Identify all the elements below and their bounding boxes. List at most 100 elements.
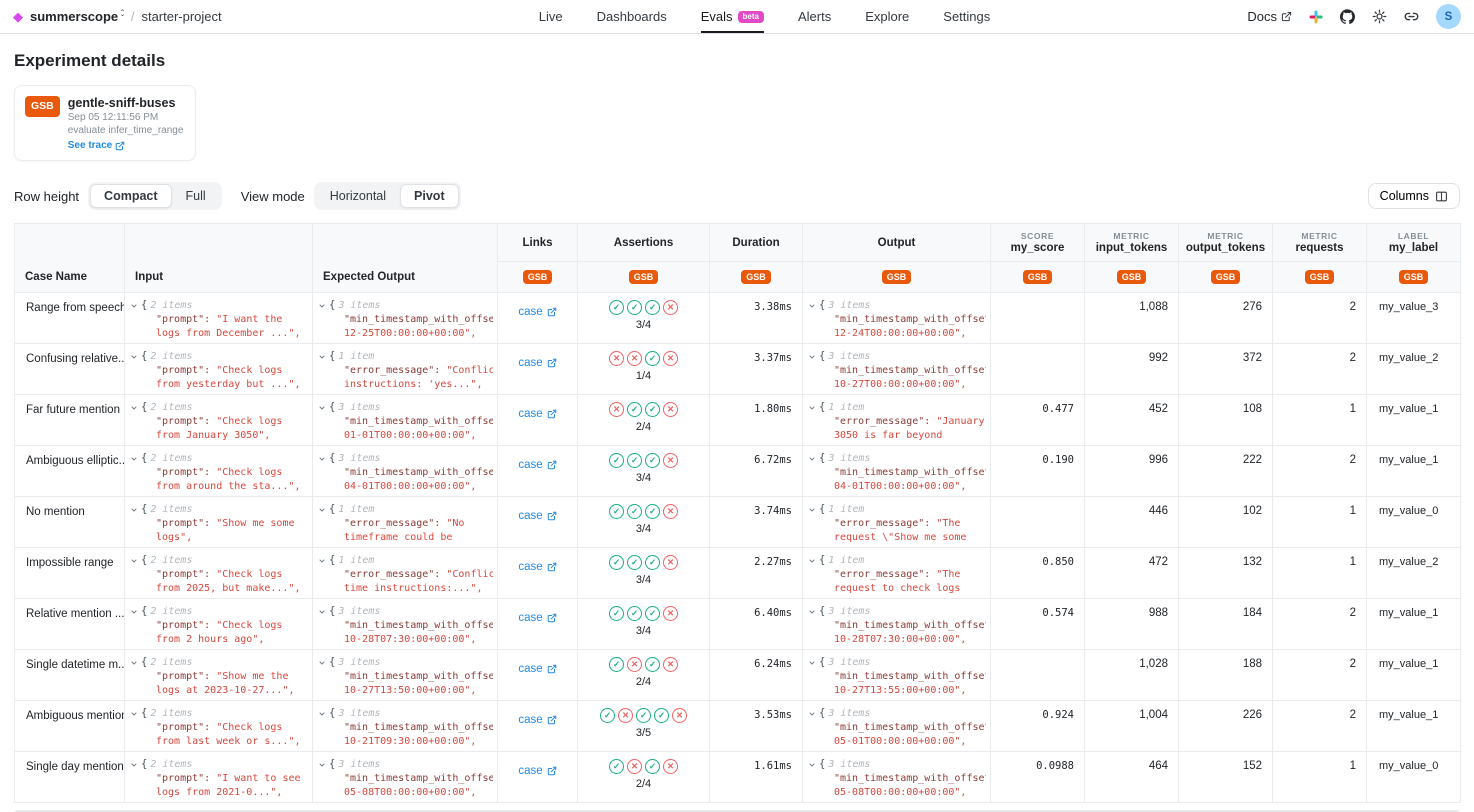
chevron-down-icon[interactable]: [130, 659, 138, 667]
table-row[interactable]: Range from speech { 2 items "prompt": "I…: [15, 293, 1461, 344]
assertion-fail-icon: ✕: [663, 555, 678, 570]
chevron-down-icon[interactable]: [318, 302, 326, 310]
chevron-down-icon[interactable]: [808, 608, 816, 616]
experiment-badge: GSB: [25, 96, 60, 117]
chevron-down-icon[interactable]: [808, 404, 816, 412]
chevron-down-icon[interactable]: [318, 404, 326, 412]
chevron-down-icon[interactable]: [318, 659, 326, 667]
chevron-down-icon[interactable]: [318, 608, 326, 616]
chevron-down-icon[interactable]: [130, 455, 138, 463]
case-link[interactable]: case: [518, 510, 556, 522]
case-link[interactable]: case: [518, 663, 556, 675]
nav-tab-evals[interactable]: Evals beta: [701, 0, 764, 33]
experiment-badge: GSB: [1117, 270, 1147, 285]
case-link[interactable]: case: [518, 714, 556, 726]
chevron-down-icon[interactable]: [130, 404, 138, 412]
table-row[interactable]: Ambiguous mention { 2 items "prompt": "C…: [15, 701, 1461, 752]
docs-link[interactable]: Docs: [1247, 9, 1292, 24]
my-score-cell: 0.0988: [991, 752, 1085, 803]
nav-tab-live[interactable]: Live: [539, 0, 563, 33]
case-link[interactable]: case: [518, 612, 556, 624]
output-tokens-cell: 184: [1179, 599, 1273, 650]
table-row[interactable]: Confusing relative... { 2 items "prompt"…: [15, 344, 1461, 395]
theme-sun-icon[interactable]: [1372, 9, 1387, 24]
chevron-down-icon[interactable]: [130, 710, 138, 718]
case-link[interactable]: case: [518, 765, 556, 777]
chevron-down-icon[interactable]: [808, 506, 816, 514]
case-link[interactable]: case: [518, 459, 556, 471]
col-header-my-score: SCOREmy_score: [991, 224, 1085, 262]
chevron-down-icon[interactable]: [808, 659, 816, 667]
table-row[interactable]: Far future mention { 2 items "prompt": "…: [15, 395, 1461, 446]
case-name: Impossible range: [26, 557, 114, 569]
chevron-down-icon[interactable]: [318, 353, 326, 361]
col-header-output: Output: [803, 224, 991, 262]
assertions-cell: ✓✕✓✕ 2/4: [578, 752, 710, 803]
nav-tab-explore[interactable]: Explore: [865, 0, 909, 33]
chevron-down-icon[interactable]: [130, 761, 138, 769]
chevron-down-icon[interactable]: [318, 506, 326, 514]
chevron-down-icon[interactable]: [130, 608, 138, 616]
chevron-down-icon[interactable]: [808, 710, 816, 718]
case-link[interactable]: case: [518, 561, 556, 573]
breadcrumb-project[interactable]: starter-project: [141, 9, 221, 24]
chevron-down-icon[interactable]: [318, 710, 326, 718]
case-link[interactable]: case: [518, 306, 556, 318]
table-row[interactable]: Ambiguous elliptic... { 2 items "prompt"…: [15, 446, 1461, 497]
chevron-down-icon[interactable]: [808, 353, 816, 361]
table-row[interactable]: Single day mention { 2 items "prompt": "…: [15, 752, 1461, 803]
chevron-down-icon[interactable]: [130, 353, 138, 361]
table-row[interactable]: Impossible range { 2 items "prompt": "Ch…: [15, 548, 1461, 599]
requests-cell: 1: [1273, 752, 1367, 803]
table-row[interactable]: Single datetime m... { 2 items "prompt":…: [15, 650, 1461, 701]
columns-button[interactable]: Columns: [1368, 183, 1460, 209]
see-trace-link[interactable]: See trace: [68, 140, 184, 151]
assertions-summary: 3/5: [578, 727, 709, 739]
chevron-down-icon[interactable]: [318, 455, 326, 463]
assertions-cell: ✓✕✓✕ 2/4: [578, 650, 710, 701]
case-name: Single day mention: [26, 761, 124, 773]
github-icon[interactable]: [1340, 9, 1355, 24]
requests-cell: 2: [1273, 701, 1367, 752]
duration-cell: 3.38ms: [710, 293, 803, 344]
chevron-down-icon[interactable]: [130, 557, 138, 565]
expected-output-cell: { 3 items "min_timestamp_with_offset" 05…: [313, 752, 498, 803]
assertion-fail-icon: ✕: [618, 708, 633, 723]
row-height-full[interactable]: Full: [172, 184, 220, 208]
chevron-down-icon[interactable]: [130, 302, 138, 310]
slack-icon[interactable]: [1309, 10, 1323, 24]
case-link[interactable]: case: [518, 408, 556, 420]
col-header-requests: METRICrequests: [1273, 224, 1367, 262]
chevron-down-icon[interactable]: [808, 302, 816, 310]
view-mode-horizontal[interactable]: Horizontal: [316, 184, 400, 208]
case-name: No mention: [26, 506, 85, 518]
chevron-down-icon[interactable]: [808, 557, 816, 565]
chevron-down-icon[interactable]: [808, 761, 816, 769]
links-cell: case: [498, 293, 578, 344]
external-link-icon: [547, 562, 557, 572]
share-link-icon[interactable]: [1404, 9, 1419, 24]
external-link-icon: [115, 141, 125, 151]
nav-tab-settings[interactable]: Settings: [943, 0, 990, 33]
my-label-cell: my_value_1: [1367, 446, 1461, 497]
case-link[interactable]: case: [518, 357, 556, 369]
external-link-icon: [547, 307, 557, 317]
nav-tab-alerts[interactable]: Alerts: [798, 0, 831, 33]
view-mode-pivot[interactable]: Pivot: [400, 184, 459, 208]
experiment-badge: GSB: [523, 270, 553, 285]
requests-cell: 2: [1273, 599, 1367, 650]
row-height-compact[interactable]: Compact: [90, 184, 171, 208]
expected-output-cell: { 3 items "min_timestamp_with_offset" 12…: [313, 293, 498, 344]
table-row[interactable]: Relative mention ... { 2 items "prompt":…: [15, 599, 1461, 650]
user-avatar[interactable]: S: [1436, 4, 1461, 29]
org-switcher[interactable]: summerscope ˆˇ: [30, 9, 124, 24]
chevron-down-icon[interactable]: [808, 455, 816, 463]
assertions-cell: ✓✓✓✕ 3/4: [578, 293, 710, 344]
table-row[interactable]: No mention { 2 items "prompt": "Show me …: [15, 497, 1461, 548]
assertion-pass-icon: ✓: [627, 504, 642, 519]
chevron-down-icon[interactable]: [130, 506, 138, 514]
chevron-down-icon[interactable]: [318, 761, 326, 769]
chevron-down-icon[interactable]: [318, 557, 326, 565]
nav-tab-dashboards[interactable]: Dashboards: [597, 0, 667, 33]
output-cell: { 3 items "min_timestamp_with_offset" 10…: [803, 650, 991, 701]
